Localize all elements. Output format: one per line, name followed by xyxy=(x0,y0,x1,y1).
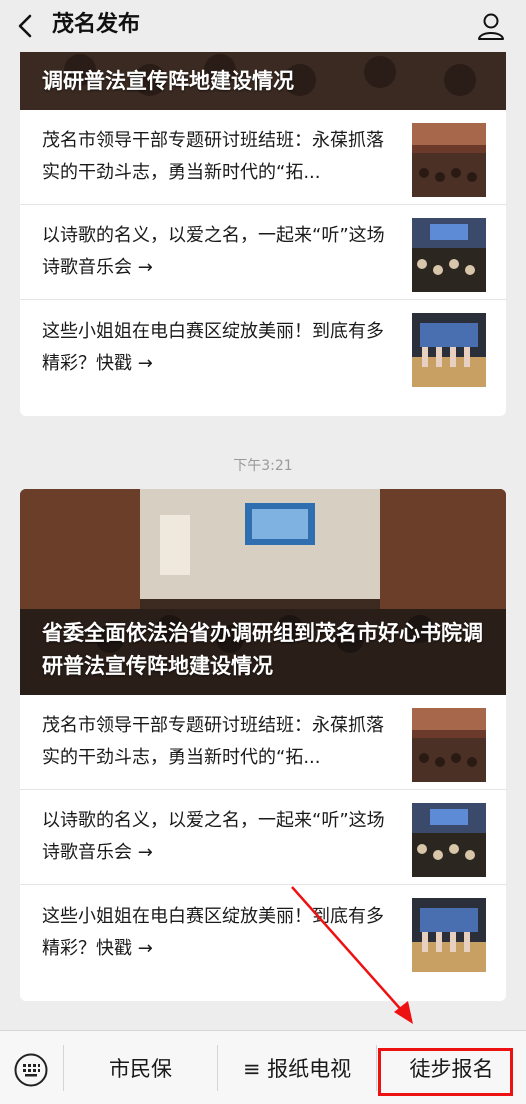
top-nav-bar: 茂名发布 xyxy=(0,0,526,52)
article-card-2[interactable]: 省委全面依法治省办调研组到茂名市好心书院调研普法宣传阵地建设情况 茂名市领导干部… xyxy=(20,489,506,1001)
keyboard-icon[interactable] xyxy=(14,1053,48,1087)
thumbnail-image xyxy=(412,123,486,197)
list-item[interactable]: 茂名市领导干部专题研讨班结班：永葆抓落实的干劲斗志，勇当新时代的“拓... xyxy=(20,110,506,205)
message-timestamp: 下午3:21 xyxy=(233,458,293,474)
item-title: 以诗歌的名义，以爱之名，一起来“听”这场诗歌音乐会 → xyxy=(42,810,385,863)
article-cover[interactable]: 省委全面依法治省办调研组到茂名市好心书院调研普法宣传阵地建设情况 xyxy=(20,489,506,695)
message-feed[interactable]: 调研普法宣传阵地建设情况 茂名市领导干部专题研讨班结班：永葆抓落实的干劲斗志，勇… xyxy=(0,0,526,1030)
thumbnail-image xyxy=(412,803,486,877)
item-title: 茂名市领导干部专题研讨班结班：永葆抓落实的干劲斗志，勇当新时代的“拓... xyxy=(42,715,384,768)
thumbnail-image xyxy=(412,313,486,387)
menu-item-newspaper-tv[interactable]: ≡ 报纸电视 xyxy=(218,1031,376,1104)
page-title: 茂名发布 xyxy=(52,12,141,37)
back-arrow-icon[interactable] xyxy=(14,12,38,40)
list-item[interactable]: 以诗歌的名义，以爱之名，一起来“听”这场诗歌音乐会 → xyxy=(20,205,506,300)
item-title: 以诗歌的名义，以爱之名，一起来“听”这场诗歌音乐会 → xyxy=(42,225,385,278)
highlight-box xyxy=(378,1048,513,1096)
thumbnail-image xyxy=(412,218,486,292)
list-item[interactable]: 以诗歌的名义，以爱之名，一起来“听”这场诗歌音乐会 → xyxy=(20,790,506,885)
list-item[interactable]: 茂名市领导干部专题研讨班结班：永葆抓落实的干劲斗志，勇当新时代的“拓... xyxy=(20,695,506,790)
thumbnail-image xyxy=(412,898,486,972)
menu-item-citizen-insurance[interactable]: 市民保 xyxy=(64,1031,217,1104)
list-item[interactable]: 这些小姐姐在电白赛区绽放美丽！到底有多精彩？快戳 → xyxy=(20,300,506,395)
thumbnail-image xyxy=(412,708,486,782)
item-title: 茂名市领导干部专题研讨班结班：永葆抓落实的干劲斗志，勇当新时代的“拓... xyxy=(42,130,384,183)
cover-title: 省委全面依法治省办调研组到茂名市好心书院调研普法宣传阵地建设情况 xyxy=(42,621,483,678)
article-card-1[interactable]: 调研普法宣传阵地建设情况 茂名市领导干部专题研讨班结班：永葆抓落实的干劲斗志，勇… xyxy=(20,0,506,416)
list-item[interactable]: 这些小姐姐在电白赛区绽放美丽！到底有多精彩？快戳 → xyxy=(20,885,506,980)
item-title: 这些小姐姐在电白赛区绽放美丽！到底有多精彩？快戳 → xyxy=(42,320,384,374)
cover-title: 调研普法宣传阵地建设情况 xyxy=(42,69,294,93)
user-profile-icon[interactable] xyxy=(476,11,506,41)
item-title: 这些小姐姐在电白赛区绽放美丽！到底有多精彩？快戳 → xyxy=(42,905,384,959)
